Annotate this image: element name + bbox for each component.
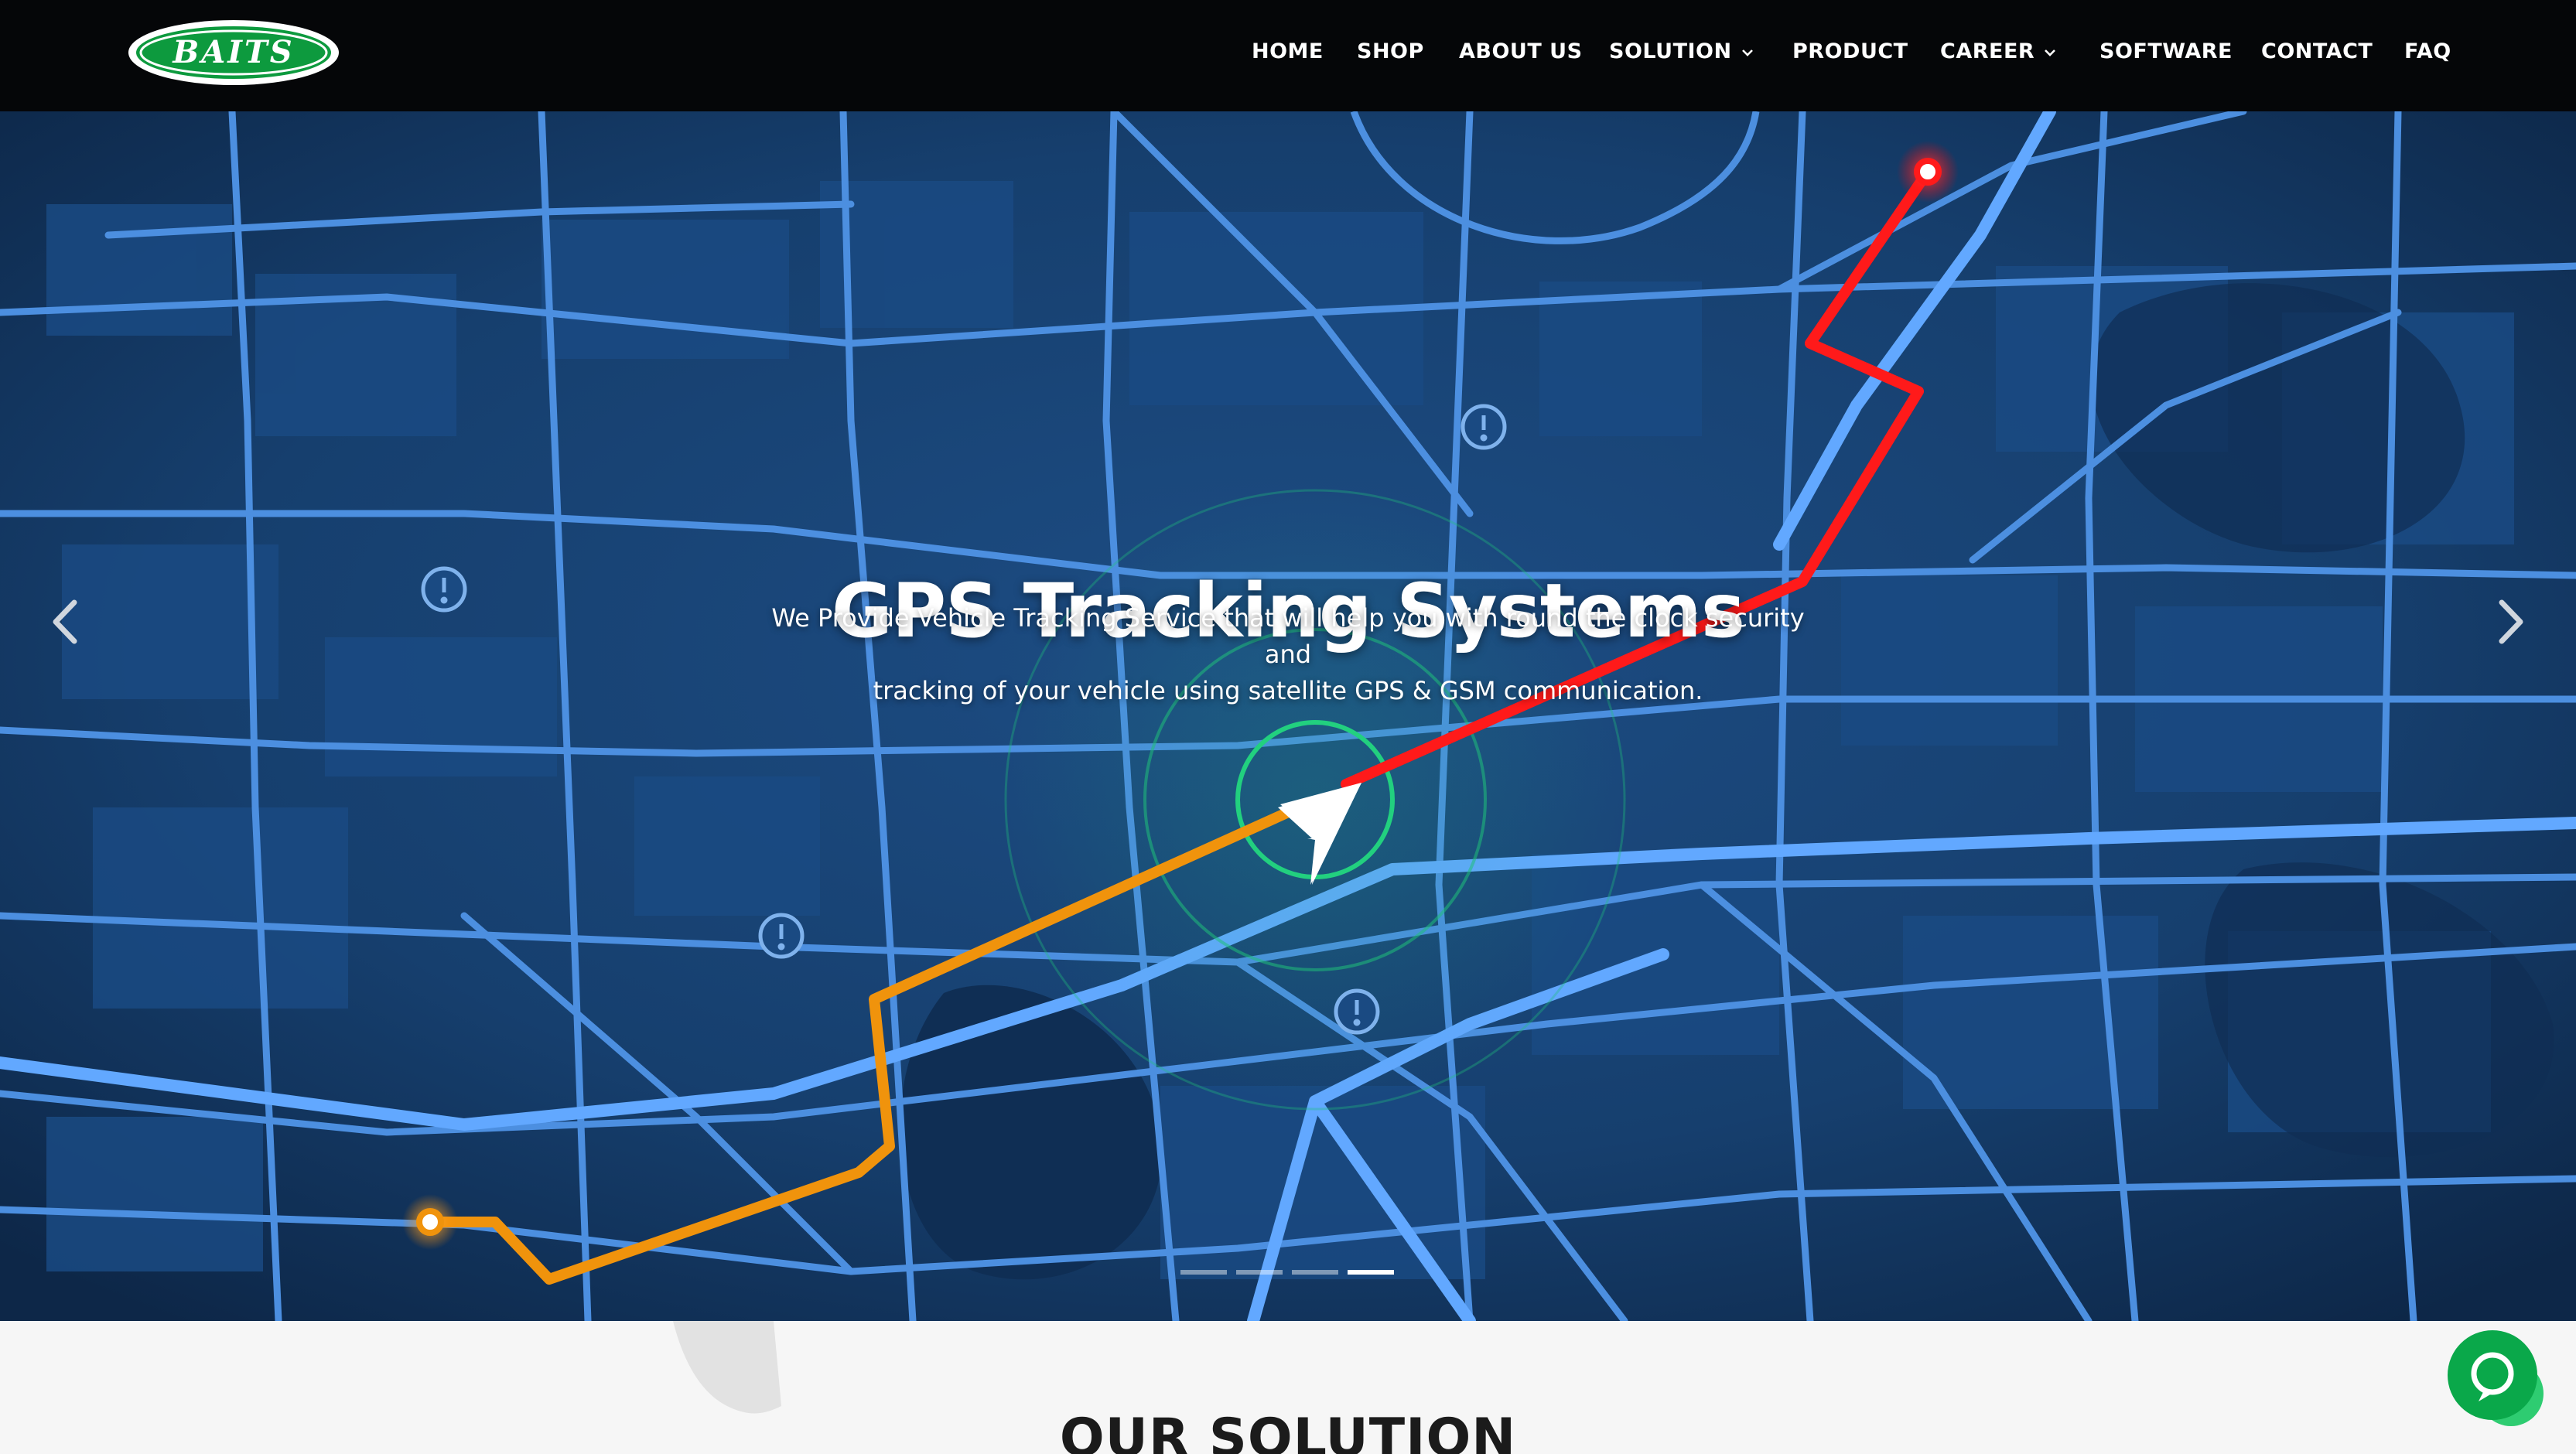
chevron-down-icon: [2045, 49, 2056, 56]
nav-about-us[interactable]: ABOUT US: [1459, 0, 1583, 104]
carousel-indicator-2[interactable]: [1236, 1270, 1283, 1275]
carousel-next-button[interactable]: [2480, 575, 2542, 668]
nav-software[interactable]: SOFTWARE: [2099, 0, 2233, 104]
chat-widget-button[interactable]: [2448, 1330, 2548, 1431]
carousel-indicator-4[interactable]: [1348, 1270, 1394, 1275]
alert-icon: [758, 913, 805, 959]
nav-solution[interactable]: SOLUTION: [1609, 0, 1754, 104]
nav-contact[interactable]: CONTACT: [2261, 0, 2373, 104]
nav-shop[interactable]: SHOP: [1357, 0, 1424, 104]
baits-logo[interactable]: BAITS: [125, 17, 342, 88]
nav-product[interactable]: PRODUCT: [1792, 0, 1908, 104]
carousel-indicator-1[interactable]: [1180, 1270, 1227, 1275]
chevron-down-icon: [1741, 49, 1753, 56]
carousel-prev-button[interactable]: [34, 575, 96, 668]
hero-description-line: tracking of your vehicle using satellite…: [873, 676, 1703, 705]
section-heading: OUR SOLUTION: [1059, 1408, 1517, 1454]
chat-bubble-icon: [2448, 1330, 2544, 1426]
nav-faq[interactable]: FAQ: [2404, 0, 2451, 104]
alert-icon: [1334, 988, 1380, 1035]
hero-description: We Provide Vehicle Tracking Service that…: [746, 600, 1830, 709]
nav-career[interactable]: CAREER: [1940, 0, 2056, 104]
end-marker: [1914, 158, 1942, 186]
alert-icon: [1461, 404, 1507, 450]
carousel-indicator-3[interactable]: [1292, 1270, 1338, 1275]
solution-section: OUR SOLUTION: [0, 1321, 2576, 1454]
svg-text:BAITS: BAITS: [172, 34, 294, 70]
nav-home[interactable]: HOME: [1252, 0, 1324, 104]
start-marker: [416, 1208, 444, 1236]
navbar: BAITS HOME SHOP ABOUT US SOLUTION PRODUC…: [0, 0, 2576, 111]
map-background: [0, 111, 2576, 1321]
hero-carousel: GPS Tracking Systems We Provide Vehicle …: [0, 111, 2576, 1321]
hero-description-line: We Provide Vehicle Tracking Service that…: [771, 603, 1805, 669]
chevron-right-icon: [2499, 599, 2523, 644]
chevron-left-icon: [53, 599, 77, 644]
